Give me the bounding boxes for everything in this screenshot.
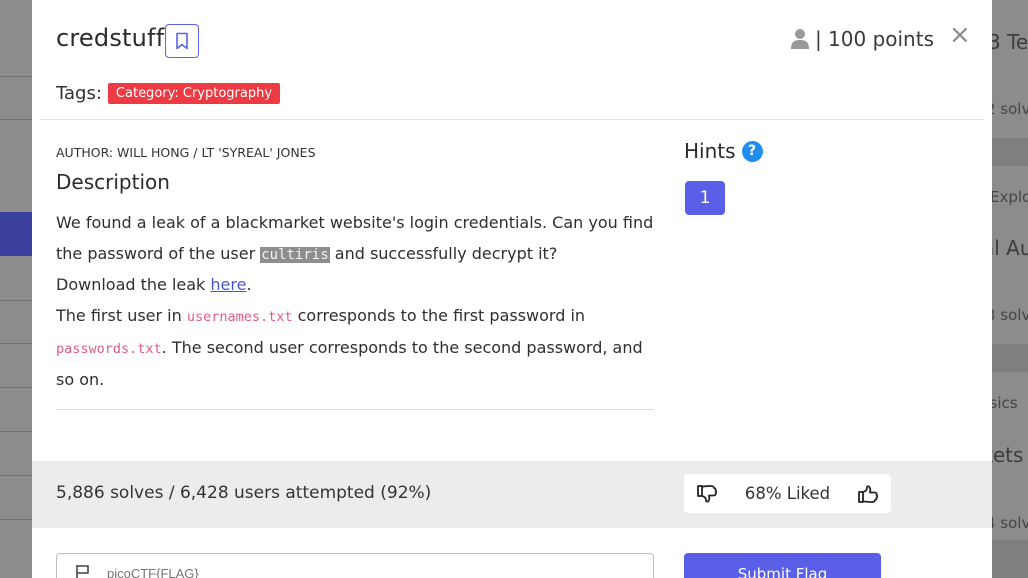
header-divider (40, 119, 984, 120)
challenge-modal: credstuff | 100 points × Tags: Category:… (32, 0, 992, 578)
description-text: The first user in (56, 306, 187, 326)
bg-divider (0, 343, 32, 344)
flag-icon (76, 565, 89, 578)
user-icon (790, 29, 809, 49)
bg-card-solves: 3 solv (992, 306, 1028, 324)
background-left-panel (0, 0, 32, 578)
bg-divider (0, 76, 32, 77)
filename-usernames: usernames.txt (186, 309, 293, 326)
rating-box: 68% Liked (684, 474, 891, 513)
author-line: AUTHOR: WILL HONG / LT 'SYREAL' JONES (56, 145, 316, 160)
hints-heading: Hints ? (684, 139, 763, 163)
category-tag[interactable]: Category: Cryptography (107, 83, 281, 104)
bg-divider (0, 475, 32, 476)
thumbs-down-icon[interactable] (696, 484, 718, 504)
bg-divider (0, 387, 32, 388)
bg-divider (0, 431, 32, 432)
points-text: | 100 points (814, 27, 934, 51)
submit-flag-button[interactable]: Submit Flag (684, 553, 881, 578)
tags-label: Tags: (56, 83, 102, 104)
flag-input[interactable] (107, 565, 507, 578)
description-text: corresponds to the first password in (292, 306, 586, 326)
bookmark-button[interactable] (165, 24, 199, 58)
description-body: We found a leak of a blackmarket website… (56, 208, 656, 395)
stats-bar: 5,886 solves / 6,428 users attempted (92… (32, 461, 992, 528)
bg-card-title: kets (992, 443, 1024, 467)
bg-divider (0, 300, 32, 301)
hint-button-1[interactable]: 1 (685, 181, 725, 215)
hints-label: Hints (684, 139, 736, 163)
description-divider (56, 409, 654, 410)
solves-stats: 5,886 solves / 6,428 users attempted (92… (56, 483, 432, 503)
description-text: . (246, 275, 252, 295)
bg-divider (0, 119, 32, 120)
bookmark-icon (176, 32, 188, 50)
tags-row: Tags: Category: Cryptography (56, 83, 281, 104)
download-link[interactable]: here (210, 275, 246, 294)
bg-card-title: 3 Tes (992, 30, 1028, 54)
bg-band (992, 138, 1028, 166)
flag-input-wrapper[interactable] (56, 553, 654, 578)
question-icon[interactable]: ? (741, 140, 763, 162)
description-text: and successfully decrypt it? (329, 243, 558, 263)
thumbs-up-icon[interactable] (857, 484, 879, 504)
description-text: Download the leak (56, 275, 211, 295)
liked-percentage: 68% Liked (744, 484, 831, 503)
filename-passwords: passwords.txt (56, 340, 162, 357)
challenge-title: credstuff (56, 24, 165, 52)
bg-card-category: nsics (992, 394, 1018, 412)
bg-card-solves: 2 solv (992, 100, 1028, 118)
bg-card-title: al Au (992, 236, 1028, 260)
description-heading: Description (56, 170, 170, 194)
bg-active-item (0, 212, 32, 256)
points-display: | 100 points (790, 27, 934, 51)
background-right-panel: 3 Tes 2 solv Explo al Au 3 solv nsics ke… (992, 0, 1028, 578)
bg-divider (0, 519, 32, 520)
bg-card-solves: 4 solv (992, 514, 1028, 532)
close-button[interactable]: × (949, 22, 971, 48)
highlighted-username: cultiris (260, 246, 330, 263)
bg-band (992, 344, 1028, 372)
bg-band (992, 540, 1028, 578)
bg-card-category: Explo (992, 188, 1028, 206)
